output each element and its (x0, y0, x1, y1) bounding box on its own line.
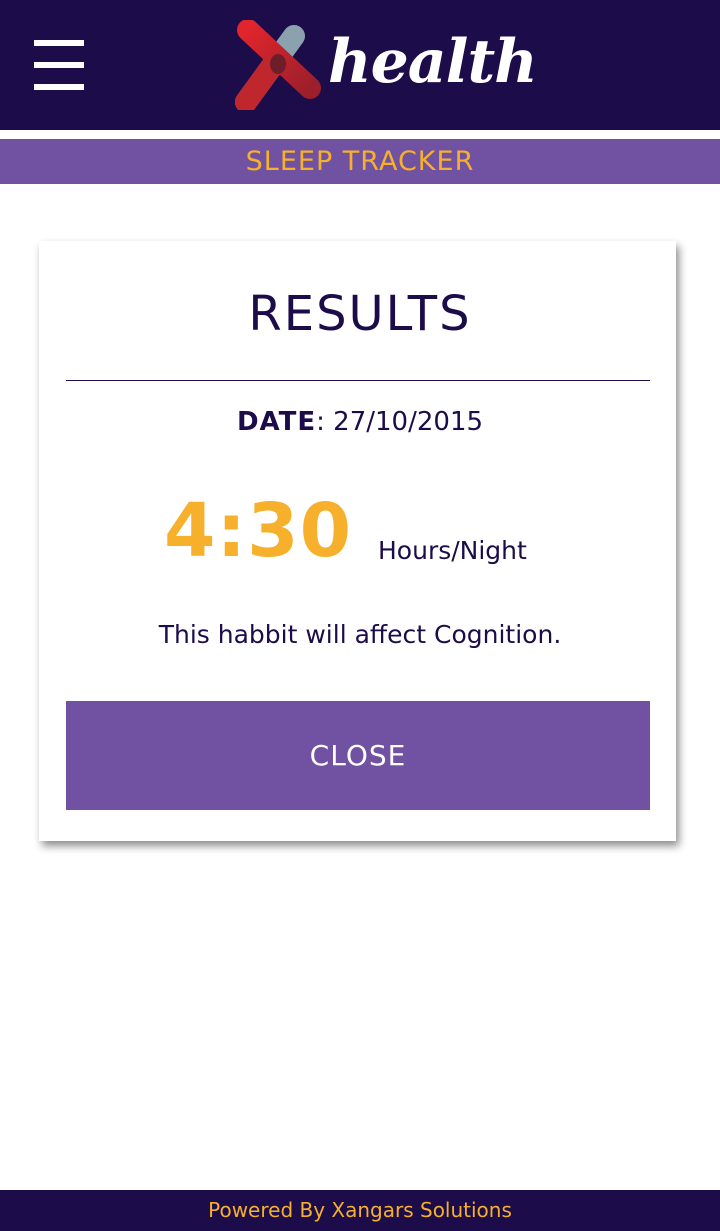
close-button[interactable]: CLOSE (66, 701, 650, 810)
title-divider (66, 380, 650, 381)
sleep-hours-unit: Hours/Night (378, 536, 527, 565)
date-label: DATE (236, 407, 317, 437)
logo-wordmark: health (328, 27, 538, 97)
results-title: RESULTS (248, 286, 472, 342)
date-separator: : (316, 407, 325, 437)
header-divider (0, 130, 720, 139)
x-mark-logo-icon (235, 20, 321, 110)
app-logo: health (232, 20, 538, 110)
menu-line (34, 62, 84, 68)
date-value: 27/10/2015 (333, 407, 484, 437)
top-app-bar: health (0, 0, 720, 130)
sleep-hours-value: 4:30 (164, 488, 353, 574)
result-message: This habbit will affect Cognition. (158, 620, 562, 649)
hamburger-menu-icon[interactable] (34, 40, 84, 90)
section-title: SLEEP TRACKER (0, 139, 720, 184)
date-line: DATE: 27/10/2015 (0, 404, 720, 440)
menu-line (34, 84, 84, 90)
menu-line (34, 40, 84, 46)
footer-credit: Powered By Xangars Solutions (0, 1190, 720, 1231)
